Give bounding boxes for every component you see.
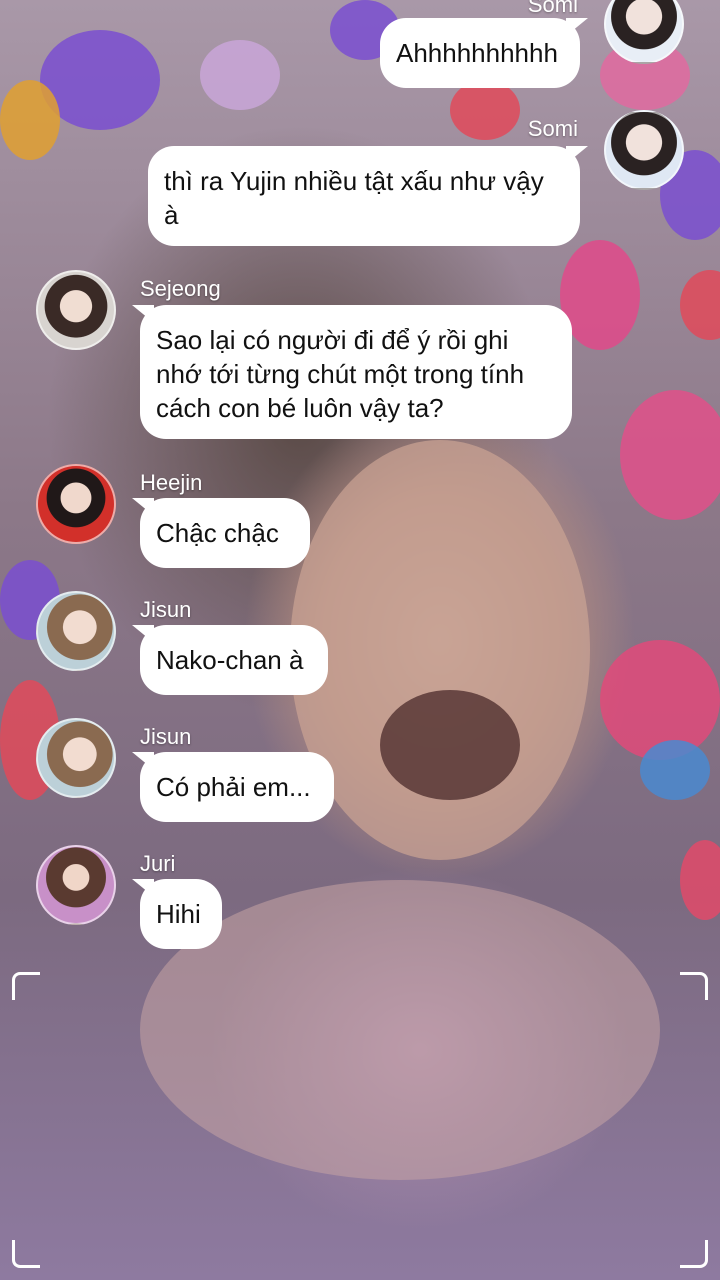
- heart-decoration: [0, 80, 60, 160]
- sender-name: Jisun: [140, 597, 192, 622]
- message-bubble[interactable]: Chậc chậc: [140, 498, 310, 568]
- message-bubble[interactable]: Nako-chan à: [140, 625, 328, 695]
- somi-avatar-icon[interactable]: [604, 110, 684, 190]
- mouth-shape: [380, 690, 520, 800]
- sender-name: Juri: [140, 851, 176, 876]
- message-text: Có phải em...: [156, 772, 311, 802]
- heart-decoration: [560, 240, 640, 350]
- heart-decoration: [620, 390, 720, 520]
- message-bubble[interactable]: Hihi: [140, 879, 222, 949]
- message-bubble[interactable]: thì ra Yujin nhiều tật xấu như vậy à: [148, 146, 580, 246]
- sender-name: Somi: [527, 116, 578, 141]
- message-bubble[interactable]: Ahhhhhhhhhh: [380, 18, 580, 88]
- message-text: Sao lại có người đi để ý rồi ghi nhớ tới…: [156, 325, 525, 423]
- message-text: Nako-chan à: [156, 645, 304, 675]
- message-text: Chậc chậc: [156, 518, 279, 548]
- sender-name: Heejin: [140, 470, 203, 495]
- heart-decoration: [450, 80, 520, 140]
- sejeong-avatar-icon[interactable]: [36, 270, 116, 350]
- sender-name: Somi: [527, 0, 578, 17]
- message-bubble[interactable]: Sao lại có người đi để ý rồi ghi nhớ tới…: [140, 305, 572, 439]
- heart-decoration: [680, 840, 720, 920]
- heart-decoration: [200, 40, 280, 110]
- jisun-avatar-icon[interactable]: [36, 591, 116, 671]
- jisun-avatar-icon[interactable]: [36, 718, 116, 798]
- sender-name: Sejeong: [140, 276, 221, 301]
- frame-corner-bottom-left-icon: [12, 1240, 40, 1268]
- message-text: Hihi: [156, 899, 201, 929]
- heart-decoration: [680, 270, 720, 340]
- frame-corner-top-right-icon: [680, 972, 708, 1000]
- frame-corner-bottom-right-icon: [680, 1240, 708, 1268]
- message-bubble[interactable]: Có phải em...: [140, 752, 334, 822]
- heart-decoration: [640, 740, 710, 800]
- heejin-avatar-icon[interactable]: [36, 464, 116, 544]
- juri-avatar-icon[interactable]: [36, 845, 116, 925]
- frame-corner-top-left-icon: [12, 972, 40, 1000]
- sender-name: Jisun: [140, 724, 192, 749]
- message-text: thì ra Yujin nhiều tật xấu như vậy à: [164, 166, 544, 230]
- message-text: Ahhhhhhhhhh: [396, 38, 558, 68]
